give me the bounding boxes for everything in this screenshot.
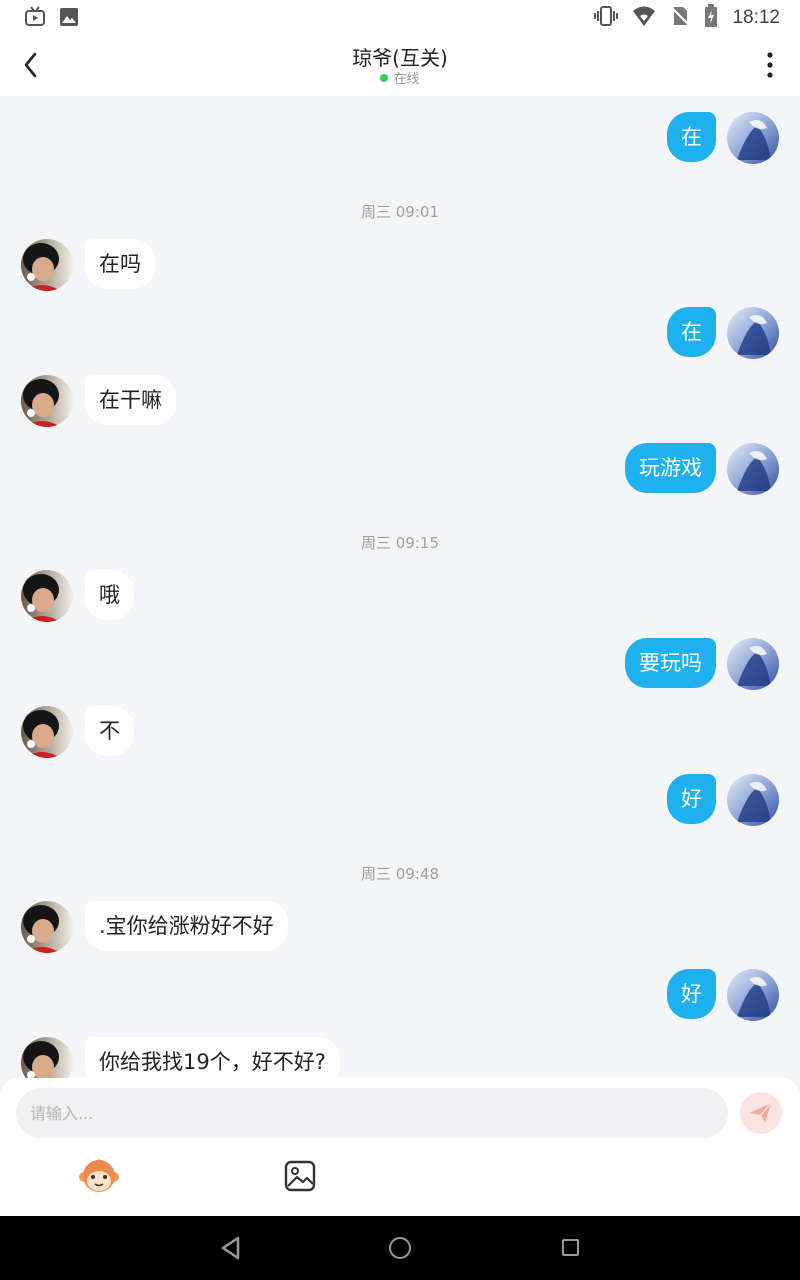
timestamp: 周三 09:15 xyxy=(361,534,439,552)
message-row: 好 xyxy=(0,969,800,1021)
battery-icon xyxy=(704,4,718,32)
contact-avatar[interactable] xyxy=(21,375,73,427)
message-row: 你给我找19个，好不好? xyxy=(0,1037,800,1078)
message-bubble[interactable]: 哦 xyxy=(85,570,134,620)
emoji-button[interactable] xyxy=(78,1156,120,1196)
message-row: 哦 xyxy=(0,570,800,622)
message-row: 在干嘛 xyxy=(0,375,800,427)
vibrate-icon xyxy=(594,4,619,32)
message-row: .宝你给涨粉好不好 xyxy=(0,901,800,953)
message-bubble[interactable]: 玩游戏 xyxy=(625,443,716,493)
contact-avatar[interactable] xyxy=(21,570,73,622)
tv-app-icon xyxy=(24,6,46,32)
message-row: 好 xyxy=(0,774,800,826)
message-bubble[interactable]: 在 xyxy=(667,307,716,357)
composer xyxy=(0,1078,800,1216)
system-navigation-bar xyxy=(0,1216,800,1280)
send-button[interactable] xyxy=(740,1092,782,1134)
online-dot xyxy=(380,74,389,82)
message-row: 在 xyxy=(0,112,800,164)
my-avatar[interactable] xyxy=(727,638,779,690)
my-avatar[interactable] xyxy=(727,443,779,495)
gallery-notification-icon xyxy=(58,6,80,32)
message-bubble[interactable]: 要玩吗 xyxy=(625,638,716,688)
image-picker-button[interactable] xyxy=(282,1158,318,1194)
no-sim-icon xyxy=(670,5,691,31)
contact-avatar[interactable] xyxy=(21,1037,73,1078)
timestamp: 周三 09:48 xyxy=(361,865,439,883)
system-home-button[interactable] xyxy=(389,1237,411,1259)
clock: 18:12 xyxy=(732,7,780,28)
my-avatar[interactable] xyxy=(727,307,779,359)
message-row: 要玩吗 xyxy=(0,638,800,690)
my-avatar[interactable] xyxy=(727,774,779,826)
message-row: 玩游戏 xyxy=(0,443,800,495)
contact-avatar[interactable] xyxy=(21,706,73,758)
my-avatar[interactable] xyxy=(727,112,779,164)
wifi-icon xyxy=(632,5,656,31)
chat-title: 琼爷(互关) xyxy=(352,46,448,70)
message-bubble[interactable]: 好 xyxy=(667,774,716,824)
timestamp: 周三 09:01 xyxy=(361,203,439,221)
message-bubble[interactable]: 不 xyxy=(85,706,134,756)
online-status: 在线 xyxy=(0,68,800,87)
image-icon xyxy=(284,1160,316,1192)
triangle-back-icon xyxy=(221,1236,240,1260)
message-row: 不 xyxy=(0,706,800,758)
monkey-emoji-icon xyxy=(79,1159,119,1192)
message-row: 在吗 xyxy=(0,239,800,291)
message-bubble[interactable]: 在干嘛 xyxy=(85,375,176,425)
message-bubble[interactable]: 在 xyxy=(667,112,716,162)
contact-avatar[interactable] xyxy=(21,901,73,953)
more-options-button[interactable] xyxy=(760,50,780,80)
system-recents-button[interactable] xyxy=(562,1239,579,1256)
message-bubble[interactable]: 你给我找19个，好不好? xyxy=(85,1037,340,1078)
message-list[interactable]: 在 周三 09:01 在吗 在 在干嘛 玩游戏 周三 09:15 哦 要玩吗 不… xyxy=(0,96,800,1078)
message-bubble[interactable]: 在吗 xyxy=(85,239,155,289)
more-vertical-icon xyxy=(767,52,773,78)
message-bubble[interactable]: .宝你给涨粉好不好 xyxy=(85,901,288,951)
my-avatar[interactable] xyxy=(727,969,779,1021)
send-icon xyxy=(750,1102,772,1123)
online-status-label: 在线 xyxy=(393,72,420,87)
system-back-button[interactable] xyxy=(218,1234,244,1262)
message-row: 在 xyxy=(0,307,800,359)
chat-header: 琼爷(互关) 在线 xyxy=(0,34,800,96)
message-bubble[interactable]: 好 xyxy=(667,969,716,1019)
contact-avatar[interactable] xyxy=(21,239,73,291)
message-input[interactable] xyxy=(16,1088,728,1138)
status-bar: 18:12 xyxy=(0,0,800,34)
